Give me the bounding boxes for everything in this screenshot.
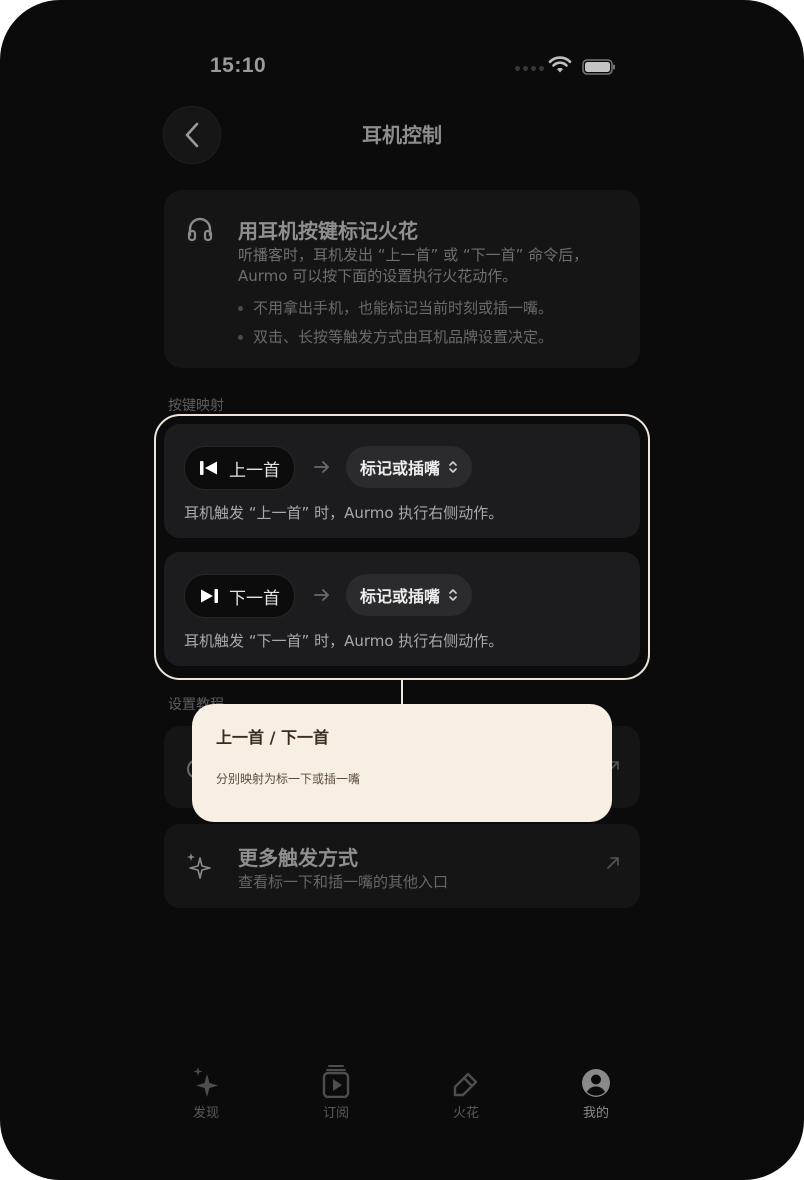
bullet-text: 双击、长按等触发方式由耳机品牌设置决定。 [253, 328, 554, 346]
subscription-icon [322, 1065, 350, 1098]
highlight-frame [154, 414, 650, 680]
profile-icon [582, 1069, 610, 1097]
more-triggers-title: 更多触发方式 [238, 846, 358, 870]
sparkle-icon [187, 853, 211, 879]
tab-subscriptions[interactable]: 订阅 [296, 1060, 376, 1121]
tooltip-connector [401, 678, 403, 704]
external-arrow-icon [607, 857, 619, 869]
status-bar: 15:10 [0, 52, 804, 82]
info-bullet: 不用拿出手机，也能标记当前时刻或插一嘴。 [238, 297, 553, 318]
headphones-icon [187, 217, 213, 242]
onboarding-tooltip[interactable]: 上一首 / 下一首 分别映射为标一下或插一嘴 [192, 704, 612, 822]
cellular-signal-icon [515, 66, 544, 71]
info-card: 用耳机按键标记火花 听播客时，耳机发出 “上一首” 或 “下一首” 命令后，Au… [164, 190, 640, 368]
tab-label: 发现 [192, 1106, 219, 1121]
sparkle-icon [193, 1067, 218, 1097]
bottom-tab-bar: 发现 订阅 火花 我的 [142, 1060, 662, 1124]
wifi-icon [548, 56, 572, 73]
info-bullet: 双击、长按等触发方式由耳机品牌设置决定。 [238, 326, 553, 347]
tab-discover[interactable]: 发现 [166, 1060, 246, 1121]
more-triggers-subtitle: 查看标一下和插一嘴的其他入口 [238, 873, 449, 891]
bullet-text: 不用拿出手机，也能标记当前时刻或插一嘴。 [253, 299, 554, 317]
tab-label: 火花 [452, 1106, 479, 1121]
spark-pen-icon [453, 1072, 478, 1097]
tab-label: 我的 [582, 1106, 609, 1121]
page-title: 耳机控制 [362, 123, 442, 147]
tooltip-title: 上一首 / 下一首 [216, 728, 329, 747]
tab-sparks[interactable]: 火花 [426, 1060, 506, 1121]
section-label-mapping: 按键映射 [168, 398, 224, 414]
more-triggers-card[interactable]: 更多触发方式 查看标一下和插一嘴的其他入口 [164, 824, 640, 908]
battery-icon [582, 59, 615, 75]
tab-label: 订阅 [322, 1106, 349, 1121]
info-description: 听播客时，耳机发出 “上一首” 或 “下一首” 命令后，Aurmo 可以按下面的… [238, 246, 589, 285]
tooltip-body: 分别映射为标一下或插一嘴 [216, 772, 361, 786]
phone-screen: 15:10 耳机控制 用耳机按键标记火花 听播客时，耳机发出 “上一首” 或 “… [0, 0, 804, 1180]
tab-me[interactable]: 我的 [556, 1060, 636, 1121]
info-title: 用耳机按键标记火花 [238, 219, 418, 243]
status-time: 15:10 [210, 54, 267, 77]
